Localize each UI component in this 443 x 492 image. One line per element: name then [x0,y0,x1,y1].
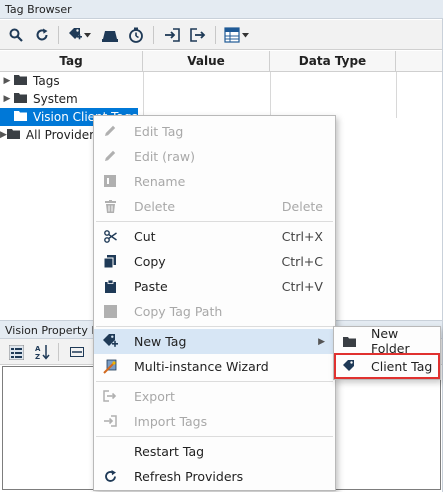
svg-text:Z: Z [35,353,40,360]
context-menu: Edit Tag Edit (raw) Rename Delete Delete… [93,115,336,491]
tree-item-label: Tags [33,74,60,88]
menu-item-paste[interactable]: Paste Ctrl+V [94,274,335,299]
tag-table-header: Tag Value Data Type [0,51,443,72]
menu-item-rename[interactable]: Rename [94,169,335,194]
import-icon [102,413,118,429]
expand-arrow-icon[interactable]: ▶ [0,76,14,86]
tree-item-tags[interactable]: ▶ Tags [0,72,140,90]
folder-icon [341,333,357,349]
menu-item-refresh-providers[interactable]: Refresh Providers [94,464,335,489]
import-icon[interactable] [162,25,182,45]
menu-item-multi-instance-wizard[interactable]: Multi-instance Wizard [94,354,335,379]
edit-icon[interactable] [100,25,120,45]
trash-icon [102,198,118,214]
menu-item-delete[interactable]: Delete Delete [94,194,335,219]
dropdown-arrow-icon[interactable] [240,25,250,45]
column-divider [143,72,144,118]
pencil-icon [102,123,118,139]
submenu-item-client-tag[interactable]: Client Tag [334,353,440,379]
copy-icon [102,253,118,269]
menu-separator [96,326,333,327]
categorized-view-icon[interactable] [6,342,26,362]
menu-item-new-tag[interactable]: New Tag ▶ [94,329,335,354]
toolbar-separator [58,343,59,361]
svg-text:A: A [35,345,41,353]
expand-arrow-icon[interactable]: ▶ [0,130,7,140]
folder-icon [14,74,27,88]
toolbar-separator [215,26,216,44]
menu-item-export[interactable]: Export [94,384,335,409]
new-tag-submenu: New Folder Client Tag [333,326,441,380]
export-icon[interactable] [188,25,208,45]
refresh-icon[interactable] [32,25,52,45]
tag-browser-toolbar [0,20,443,50]
scissors-icon [102,228,118,244]
menu-separator [96,436,333,437]
tree-item-all-providers[interactable]: ▶ All Providers [0,126,96,144]
rename-icon [102,173,118,189]
submenu-item-new-folder[interactable]: New Folder [334,326,440,356]
menu-item-copy-tag-path[interactable]: Copy Tag Path [94,299,335,324]
menu-item-import-tags[interactable]: Import Tags [94,409,335,434]
tree-item-label: All Providers [25,128,96,142]
folder-icon [14,92,27,106]
submenu-arrow-icon: ▶ [318,336,325,347]
menu-item-edit-raw[interactable]: Edit (raw) [94,144,335,169]
wizard-icon [102,358,118,374]
menu-item-copy[interactable]: Copy Ctrl+C [94,249,335,274]
copy-path-icon [102,303,118,319]
column-divider [270,72,271,118]
export-icon [102,388,118,404]
search-icon[interactable] [6,25,26,45]
new-tag-icon [102,333,118,349]
tree-item-label: System [33,92,78,106]
menu-item-restart-tag[interactable]: Restart Tag [94,439,335,464]
dropdown-arrow-icon[interactable] [82,25,92,45]
menu-separator [96,221,333,222]
folder-icon [6,128,20,142]
sort-az-icon[interactable]: AZ [32,342,52,362]
column-header-tag[interactable]: Tag [0,51,143,72]
folder-icon [14,110,27,124]
refresh-icon [102,468,118,484]
column-header-value[interactable]: Value [143,51,270,72]
toolbar-separator [58,26,59,44]
pencil-icon [102,148,118,164]
tag-icon [341,358,357,374]
column-divider [396,72,397,118]
toolbar-separator [153,26,154,44]
tag-browser-title: Tag Browser [0,0,443,19]
menu-separator [96,381,333,382]
grid-view-icon[interactable] [222,25,242,45]
menu-item-edit-tag[interactable]: Edit Tag [94,119,335,144]
tree-item-system[interactable]: ▶ System [0,90,140,108]
column-header-data-type[interactable]: Data Type [270,51,396,72]
expand-arrow-icon[interactable]: ▶ [0,94,14,104]
menu-item-cut[interactable]: Cut Ctrl+X [94,224,335,249]
paste-icon [102,278,118,294]
property-view-icon[interactable] [67,342,87,362]
history-icon[interactable] [126,25,146,45]
